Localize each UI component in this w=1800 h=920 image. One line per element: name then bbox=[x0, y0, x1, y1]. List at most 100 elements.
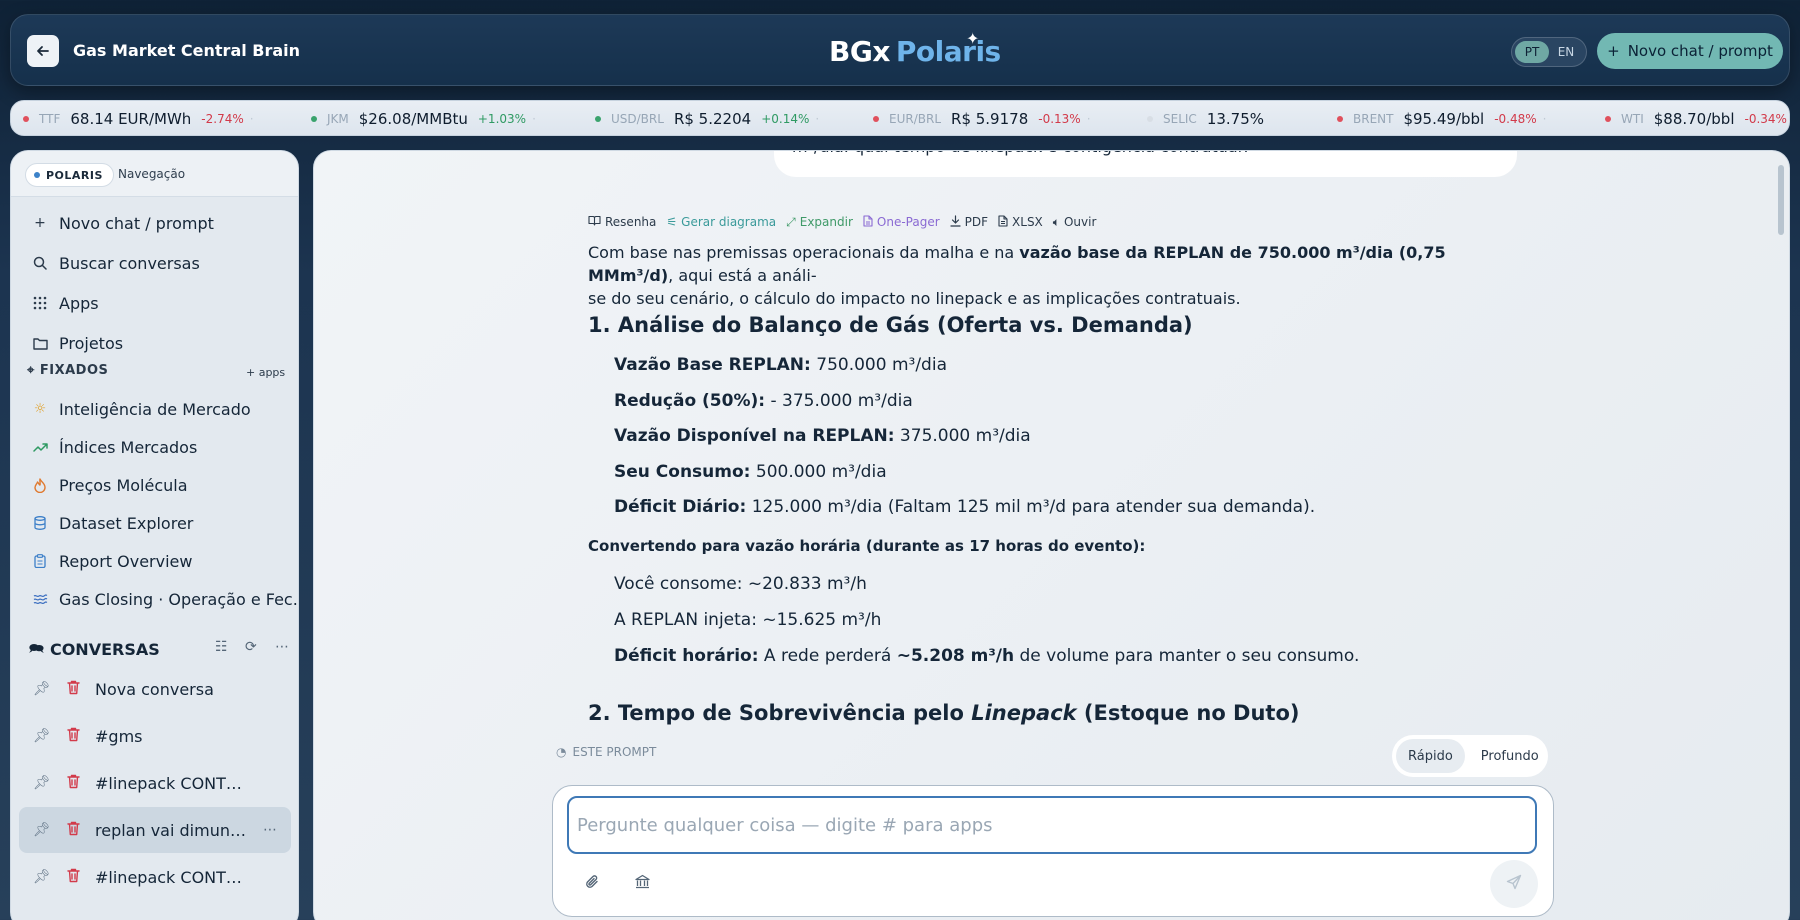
language-toggle[interactable]: PT EN bbox=[1511, 37, 1587, 67]
new-chat-button[interactable]: + Novo chat / prompt bbox=[1597, 33, 1783, 69]
ticker-value: R$ 5.9178 bbox=[951, 110, 1029, 128]
expand-button[interactable]: ⤢ Expandir bbox=[786, 215, 853, 230]
list-item: Déficit horário: A rede perderá ~5.208 m… bbox=[614, 646, 1359, 666]
conversation-item[interactable]: 📌︎ #linepack CONTEX... bbox=[19, 760, 291, 806]
add-apps-link[interactable]: + apps bbox=[246, 366, 285, 379]
sidebar-item-report-overview[interactable]: Report Overview bbox=[31, 547, 192, 575]
ticker-separator: · bbox=[815, 112, 820, 126]
polaris-badge-label: POLARIS bbox=[46, 168, 103, 182]
pin-icon[interactable]: 📌︎ bbox=[33, 822, 51, 838]
listen-button[interactable]: 🔈︎ Ouvir bbox=[1053, 215, 1097, 230]
list-key: Redução (50%): bbox=[614, 391, 766, 411]
ticker-symbol: SELIC bbox=[1163, 112, 1197, 126]
trash-icon[interactable] bbox=[67, 774, 80, 793]
ticker-value: $88.70/bbl bbox=[1653, 110, 1735, 128]
trash-icon[interactable] bbox=[67, 868, 80, 887]
sidebar-item-molecule-prices[interactable]: Preços Molécula bbox=[31, 471, 188, 499]
ticker-symbol: TTF bbox=[39, 112, 61, 126]
sidebar-item-search[interactable]: Buscar conversas bbox=[31, 249, 200, 277]
ticker-symbol: WTI bbox=[1621, 112, 1644, 126]
sidebar-item-new-chat[interactable]: + Novo chat / prompt bbox=[31, 209, 214, 237]
plus-icon: + bbox=[34, 215, 46, 231]
bank-icon[interactable] bbox=[635, 874, 650, 893]
clipboard-icon bbox=[31, 554, 49, 568]
trash-icon[interactable] bbox=[67, 727, 80, 746]
sidebar-item-label: Novo chat / prompt bbox=[59, 213, 214, 233]
conversations-label: 🗪 CONVERSAS bbox=[29, 639, 160, 660]
ticker-symbol: EUR/BRL bbox=[889, 112, 942, 126]
status-dot bbox=[311, 116, 317, 122]
prompt-input[interactable] bbox=[567, 796, 1537, 854]
pin-icon[interactable]: 📌︎ bbox=[33, 681, 51, 697]
mode-fast[interactable]: Rápido bbox=[1396, 739, 1465, 773]
section-heading-2: 2. Tempo de Sobrevivência pelo Linepack … bbox=[588, 701, 1300, 725]
sidebar-item-gas-closing[interactable]: Gas Closing · Operação e Fec... bbox=[31, 585, 298, 613]
list-value: - 375.000 m³/dia bbox=[765, 391, 913, 411]
status-dot bbox=[595, 116, 601, 122]
trend-icon bbox=[31, 442, 49, 452]
resenha-button[interactable]: Resenha bbox=[588, 215, 656, 229]
fixados-heading: ⌖ FIXADOS bbox=[27, 363, 108, 378]
list-item: A REPLAN injeta: ~15.625 m³/h bbox=[614, 610, 882, 630]
lang-pt[interactable]: PT bbox=[1515, 41, 1549, 63]
app-title: Gas Market Central Brain bbox=[73, 41, 301, 60]
more-options-icon[interactable]: ⋯ bbox=[275, 639, 289, 655]
hourly-subheading: Convertendo para vazão horária (durante … bbox=[588, 537, 1146, 555]
status-dot bbox=[34, 172, 40, 178]
sidebar-item-projects[interactable]: Projetos bbox=[31, 329, 123, 357]
more-options-icon[interactable]: ⋯ bbox=[263, 822, 277, 838]
polaris-badge: POLARIS bbox=[25, 163, 114, 187]
list-key: Déficit Diário: bbox=[614, 497, 747, 517]
generate-diagram-button[interactable]: ⚟ Gerar diagrama bbox=[666, 215, 776, 229]
sidebar-item-market-indices[interactable]: Índices Mercados bbox=[31, 433, 197, 461]
list-item: Déficit Diário: 125.000 m³/dia (Faltam 1… bbox=[614, 497, 1315, 517]
pdf-button[interactable]: PDF bbox=[950, 214, 988, 230]
checklist-icon[interactable]: ☷ bbox=[215, 639, 228, 655]
list-value: de volume para manter o seu consumo. bbox=[1014, 646, 1360, 666]
database-icon bbox=[31, 516, 49, 530]
scrollbar[interactable] bbox=[1778, 165, 1784, 235]
composer bbox=[552, 785, 1554, 917]
chat-panel: m³/dia. qual tempo de linepack e contigê… bbox=[313, 150, 1790, 920]
trash-icon[interactable] bbox=[67, 680, 80, 699]
trash-icon[interactable] bbox=[67, 821, 80, 840]
sidebar-item-dataset-explorer[interactable]: Dataset Explorer bbox=[31, 509, 193, 537]
conversation-item[interactable]: 📌︎ #linepack CONTEX... bbox=[19, 854, 291, 900]
one-pager-button[interactable]: One-Pager bbox=[863, 214, 940, 230]
sidebar-item-apps[interactable]: Apps bbox=[31, 289, 99, 317]
lang-en[interactable]: EN bbox=[1549, 41, 1583, 63]
book-icon bbox=[588, 215, 601, 229]
conversation-item-active[interactable]: 📌︎ replan vai dimunuir ... ⋯ bbox=[19, 807, 291, 853]
conversation-item[interactable]: 📌︎ Nova conversa bbox=[19, 666, 291, 712]
this-prompt-label: ◔ ESTE PROMPT bbox=[556, 745, 656, 759]
ticker-change: -0.13% bbox=[1038, 112, 1081, 126]
mode-toggle[interactable]: Rápido Profundo bbox=[1392, 735, 1548, 777]
conversation-title: #gms bbox=[95, 726, 143, 746]
pin-icon[interactable]: 📌︎ bbox=[33, 775, 51, 791]
speaker-icon: 🔈︎ bbox=[1052, 214, 1060, 229]
intro-text: se do seu cenário, o cálculo do impacto … bbox=[588, 289, 1241, 308]
back-button[interactable] bbox=[27, 35, 59, 67]
pin-icon[interactable]: 📌︎ bbox=[33, 869, 51, 885]
send-button[interactable] bbox=[1490, 860, 1538, 908]
arrow-left-icon bbox=[37, 46, 49, 56]
send-icon bbox=[1506, 874, 1522, 894]
refresh-icon[interactable]: ⟳ bbox=[245, 639, 257, 655]
sidebar-item-market-intelligence[interactable]: ☼ Inteligência de Mercado bbox=[31, 395, 251, 423]
intro-text: , aqui está a análi- bbox=[668, 266, 817, 285]
wand-icon: ⚟ bbox=[666, 215, 678, 229]
conversation-title: Nova conversa bbox=[95, 679, 214, 699]
conversations-title: CONVERSAS bbox=[49, 640, 160, 659]
list-item: Redução (50%): - 375.000 m³/dia bbox=[614, 391, 913, 411]
conversation-item[interactable]: 📌︎ #gms bbox=[19, 713, 291, 759]
ticker-separator: · bbox=[1542, 112, 1547, 126]
generate-diagram-label: Gerar diagrama bbox=[681, 215, 777, 229]
folder-icon bbox=[31, 337, 49, 350]
paperclip-icon[interactable] bbox=[585, 874, 599, 894]
sparkle-icon: ✦ bbox=[966, 29, 979, 48]
ticker-item: SELIC 13.75% bbox=[1147, 101, 1274, 135]
xlsx-button[interactable]: XLSX bbox=[998, 214, 1043, 230]
pin-icon[interactable]: 📌︎ bbox=[33, 728, 51, 744]
mode-deep[interactable]: Profundo bbox=[1469, 739, 1551, 773]
sidebar-item-label: Apps bbox=[59, 293, 99, 313]
